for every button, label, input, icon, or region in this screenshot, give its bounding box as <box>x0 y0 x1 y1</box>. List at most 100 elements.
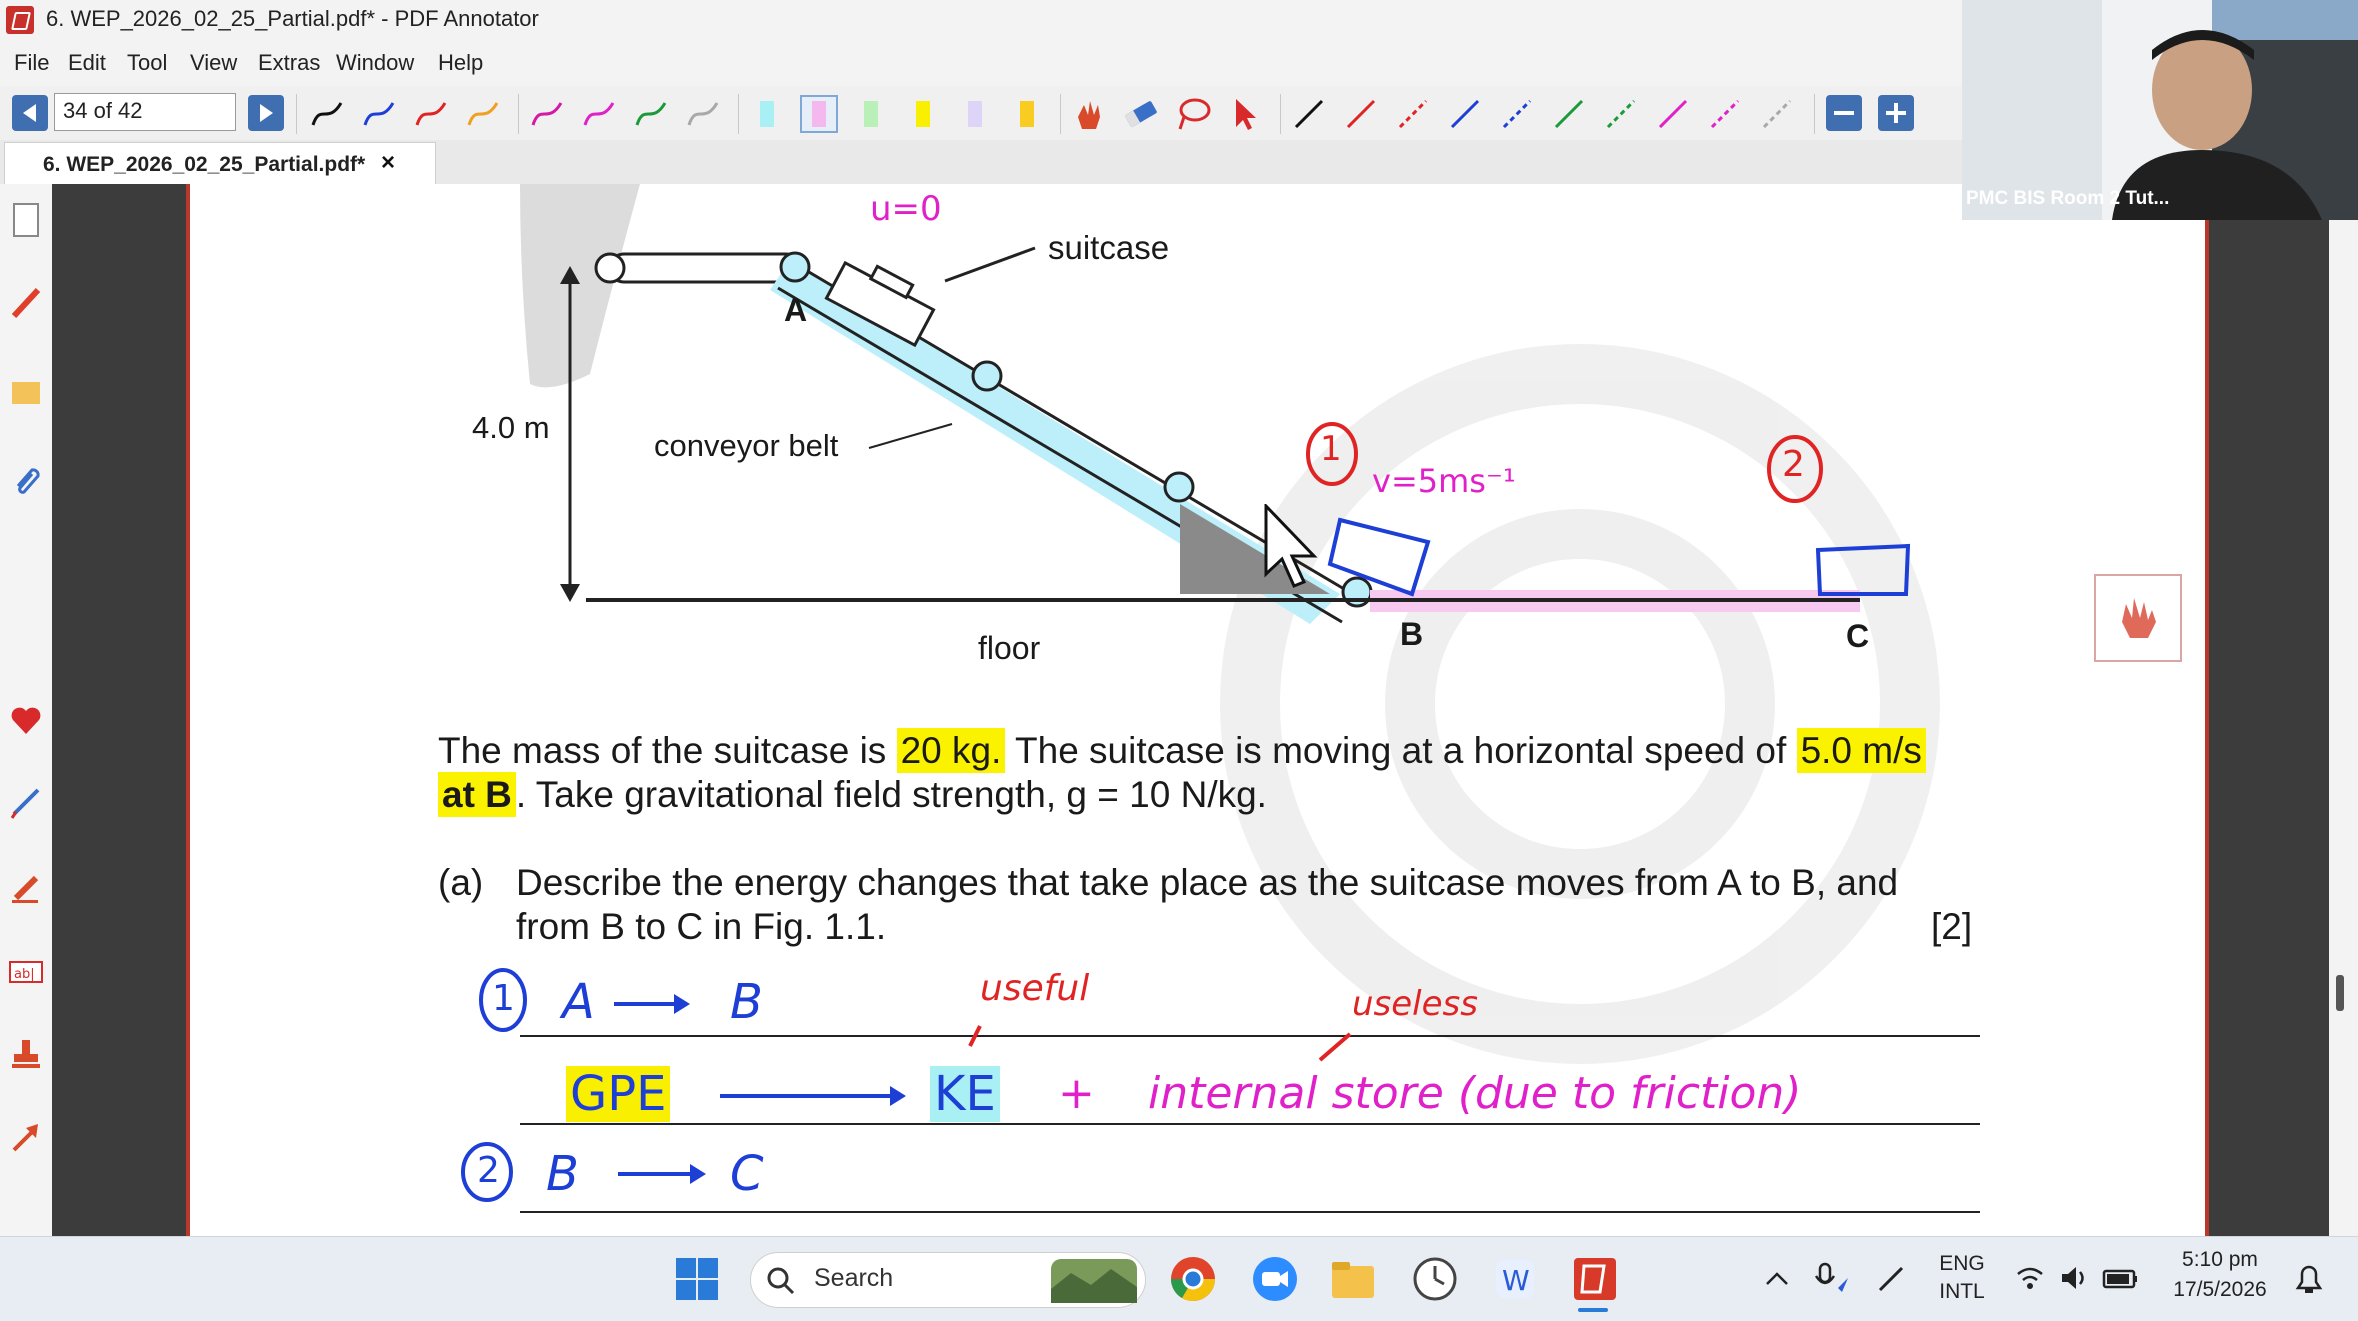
notifications-icon[interactable] <box>2292 1262 2326 1296</box>
question-line-2: from B to C in Fig. 1.1. <box>516 906 887 947</box>
hw-b-2: B <box>546 1146 579 1202</box>
line-black-icon[interactable] <box>1290 95 1328 133</box>
webcam-feed <box>1962 0 2358 220</box>
stamp-icon[interactable] <box>8 1036 44 1072</box>
tab-close-button[interactable]: × <box>381 149 395 177</box>
note-icon[interactable] <box>8 374 44 410</box>
menu-extras[interactable]: Extras <box>258 50 320 76</box>
windows-start-icon[interactable] <box>672 1254 722 1304</box>
hw-internal-store: internal store (due to friction) <box>1148 1068 1802 1119</box>
paperclip-icon[interactable] <box>8 460 44 496</box>
pdf-page[interactable]: suitcase A 4.0 m conveyor belt B C floor… <box>186 184 2209 1236</box>
label-height: 4.0 m <box>472 410 550 445</box>
menu-view[interactable]: View <box>190 50 237 76</box>
battery-icon[interactable] <box>2102 1262 2140 1294</box>
paragraph-line-2: at B. Take gravitational field strength,… <box>438 772 1267 817</box>
hw-circle-1: 1 <box>1320 429 1342 469</box>
line-red-icon[interactable] <box>1342 95 1380 133</box>
pen-red-icon[interactable] <box>412 95 450 133</box>
raise-hand-button[interactable] <box>2094 574 2182 662</box>
vertical-scrollbar[interactable] <box>2329 184 2358 1236</box>
hand-tool-icon[interactable] <box>1070 95 1108 133</box>
dashed-line-blue-icon[interactable] <box>1498 95 1536 133</box>
previous-page-button[interactable] <box>12 95 48 131</box>
hw-velocity: v=5ms⁻¹ <box>1372 462 1516 500</box>
file-explorer-icon[interactable] <box>1328 1254 1378 1304</box>
red-pen-panel-icon[interactable] <box>8 284 44 320</box>
chrome-icon[interactable] <box>1168 1254 1218 1304</box>
dashed-line-grey-icon[interactable] <box>1758 95 1796 133</box>
toolbar-separator <box>518 94 519 134</box>
search-highlight-image <box>1051 1259 1137 1303</box>
hw-u-equals-zero: u=0 <box>870 189 942 229</box>
highlight-mass: 20 kg. <box>896 728 1006 773</box>
select-arrow-icon[interactable] <box>1226 95 1264 133</box>
line-green-icon[interactable] <box>1550 95 1588 133</box>
highlighter-pink-icon[interactable] <box>800 95 838 133</box>
dashed-line-red-icon[interactable] <box>1394 95 1432 133</box>
menu-edit[interactable]: Edit <box>68 50 106 76</box>
volume-icon[interactable] <box>2058 1262 2090 1294</box>
left-sidebar: ab| <box>0 184 53 1236</box>
text-box-icon[interactable]: ab| <box>8 954 44 990</box>
line-magenta-icon[interactable] <box>1654 95 1692 133</box>
menu-tool[interactable]: Tool <box>127 50 167 76</box>
marker-icon[interactable] <box>8 870 44 906</box>
hw-circle-2: 2 <box>1782 444 1805 485</box>
pen-magenta-icon[interactable] <box>528 95 566 133</box>
highlighter-cyan-icon[interactable] <box>748 95 786 133</box>
page-number-field[interactable]: 34 of 42 <box>54 93 236 131</box>
language-indicator-line-1[interactable]: ENG <box>1932 1252 1992 1276</box>
edit-pen-icon[interactable] <box>8 784 44 820</box>
clock-time[interactable]: 5:10 pm <box>2160 1248 2280 1272</box>
document-tab[interactable]: 6. WEP_2026_02_25_Partial.pdf* × <box>4 142 436 185</box>
document-gutter <box>2209 184 2329 1236</box>
zoom-out-button[interactable] <box>1826 95 1862 131</box>
hw-answer-2-number: 2 <box>477 1150 500 1191</box>
hw-useless: useless <box>1352 984 1478 1024</box>
zoom-icon[interactable] <box>1250 1254 1300 1304</box>
chevron-up-icon[interactable] <box>1762 1264 1792 1294</box>
pen-blue-icon[interactable] <box>360 95 398 133</box>
pen-input-icon[interactable] <box>1874 1260 1910 1296</box>
highlighter-lavender-icon[interactable] <box>956 95 994 133</box>
arrow-tool-icon[interactable] <box>8 1120 44 1156</box>
microphone-location-icon[interactable] <box>1812 1260 1852 1296</box>
toolbar-separator <box>738 94 739 134</box>
page-thumbnail-icon[interactable] <box>8 202 44 238</box>
pen-grey-icon[interactable] <box>684 95 722 133</box>
dashed-line-magenta-icon[interactable] <box>1706 95 1744 133</box>
toolbar-separator <box>1814 94 1815 134</box>
lasso-icon[interactable] <box>1174 95 1212 133</box>
highlighter-yellow-icon[interactable] <box>904 95 942 133</box>
clock-date[interactable]: 17/5/2026 <box>2160 1278 2280 1302</box>
highlighter-green-icon[interactable] <box>852 95 890 133</box>
line-blue-icon[interactable] <box>1446 95 1484 133</box>
clock-app-icon[interactable] <box>1410 1254 1460 1304</box>
shaded-mound <box>520 184 640 388</box>
menu-window[interactable]: Window <box>336 50 414 76</box>
toolbar-separator <box>296 94 297 134</box>
label-suitcase: suitcase <box>1048 229 1170 266</box>
wifi-icon[interactable] <box>2014 1262 2046 1294</box>
zoom-in-button[interactable] <box>1878 95 1914 131</box>
whiteboard-app-icon[interactable]: W <box>1490 1254 1540 1304</box>
menu-help[interactable]: Help <box>438 50 483 76</box>
highlighter-gold-icon[interactable] <box>1008 95 1046 133</box>
language-indicator-line-2[interactable]: INTL <box>1932 1280 1992 1304</box>
pdf-annotator-taskbar-icon[interactable] <box>1570 1254 1620 1304</box>
eraser-icon[interactable] <box>1122 95 1160 133</box>
menu-file[interactable]: File <box>14 50 49 76</box>
annotation-toolbar: 34 of 42 <box>0 86 1962 141</box>
pen-green-icon[interactable] <box>632 95 670 133</box>
scrollbar-thumb[interactable] <box>2336 975 2344 1011</box>
pen-orange-icon[interactable] <box>464 95 502 133</box>
menu-bar: File Edit Tool View Extras Window Help <box>0 40 1962 86</box>
taskbar-search-box[interactable] <box>750 1252 1146 1308</box>
favorites-heart-icon[interactable] <box>8 702 44 738</box>
next-page-button[interactable] <box>248 95 284 131</box>
pen-pink-icon[interactable] <box>580 95 618 133</box>
dashed-line-green-icon[interactable] <box>1602 95 1640 133</box>
question-line-1: Describe the energy changes that take pl… <box>516 862 1899 903</box>
pen-black-icon[interactable] <box>308 95 346 133</box>
